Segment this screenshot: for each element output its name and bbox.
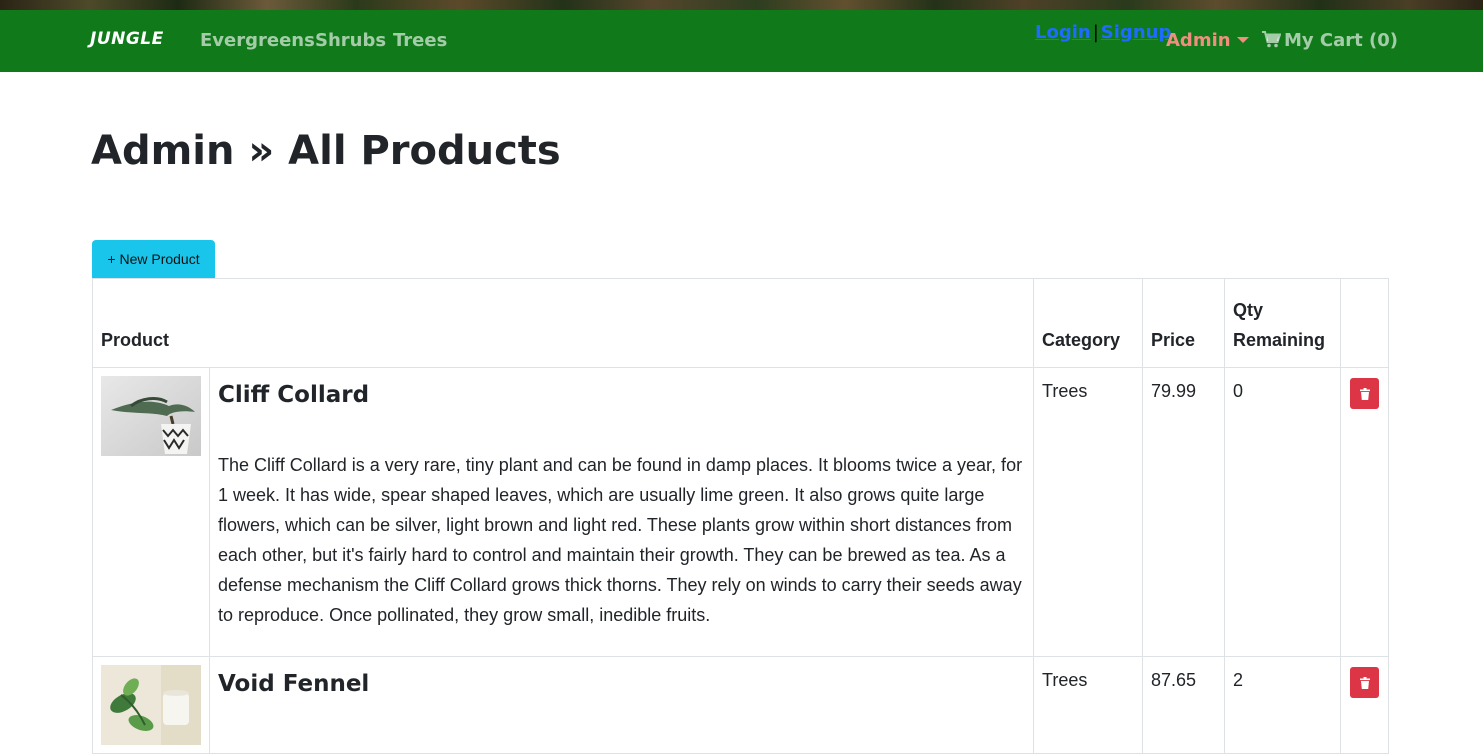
product-info-cell: Void Fennel	[208, 656, 1035, 754]
signup-link[interactable]: Signup	[1101, 22, 1172, 43]
product-price: 79.99	[1142, 367, 1226, 657]
product-description: The Cliff Collard is a very rare, tiny p…	[218, 455, 1023, 625]
product-name[interactable]: Void Fennel	[218, 667, 1025, 701]
product-image	[101, 376, 201, 456]
product-image	[101, 665, 201, 745]
nav-link-trees[interactable]: Trees	[393, 30, 447, 51]
product-category: Trees	[1033, 367, 1144, 657]
header-product: Product	[91, 278, 1035, 368]
product-price: 87.65	[1142, 656, 1226, 754]
auth-separator: |	[1092, 22, 1099, 43]
trash-icon	[1359, 387, 1370, 400]
header-actions	[1340, 278, 1390, 368]
brand-logo[interactable]: JUNGLE	[90, 29, 164, 49]
product-actions-cell	[1340, 656, 1390, 754]
table-row: Cliff Collard The Cliff Collard is a ver…	[92, 367, 1390, 657]
product-category: Trees	[1033, 656, 1144, 754]
shopping-cart-icon	[1262, 31, 1282, 48]
admin-dropdown-label: Admin	[1166, 30, 1231, 51]
navbar: JUNGLE Evergreens Shrubs Trees Login | Sig…	[0, 10, 1483, 72]
login-link[interactable]: Login	[1035, 22, 1091, 43]
delete-product-button[interactable]	[1350, 667, 1380, 698]
product-qty: 0	[1224, 367, 1342, 657]
cart-link[interactable]: My Cart (0)	[1262, 30, 1398, 51]
header-category: Category	[1033, 278, 1144, 368]
product-name[interactable]: Cliff Collard	[218, 378, 1025, 412]
delete-product-button[interactable]	[1350, 378, 1380, 409]
new-product-button[interactable]: + New Product	[92, 240, 215, 278]
auth-links: Login | Signup	[1035, 22, 1171, 43]
product-actions-cell	[1340, 367, 1390, 657]
header-qty-remaining: Qty Remaining	[1224, 278, 1342, 368]
header-banner-image	[0, 0, 1483, 10]
product-image-cell	[92, 367, 210, 657]
nav-link-evergreens[interactable]: Evergreens	[200, 30, 315, 51]
admin-dropdown[interactable]: Admin	[1166, 30, 1249, 51]
product-info-cell: Cliff Collard The Cliff Collard is a ver…	[208, 367, 1035, 657]
chevron-down-icon	[1236, 37, 1249, 43]
table-row: Void Fennel Trees 87.65 2	[92, 656, 1390, 754]
table-header-row: Product Category Price Qty Remaining	[91, 278, 1390, 368]
cart-label: My Cart (0)	[1284, 30, 1398, 51]
page-title: Admin » All Products	[91, 128, 561, 174]
product-qty: 2	[1224, 656, 1342, 754]
nav-link-shrubs[interactable]: Shrubs	[315, 30, 386, 51]
trash-icon	[1359, 676, 1370, 689]
products-table: Product Category Price Qty Remaining Cli…	[91, 278, 1390, 754]
header-price: Price	[1142, 278, 1226, 368]
product-image-cell	[92, 656, 210, 754]
